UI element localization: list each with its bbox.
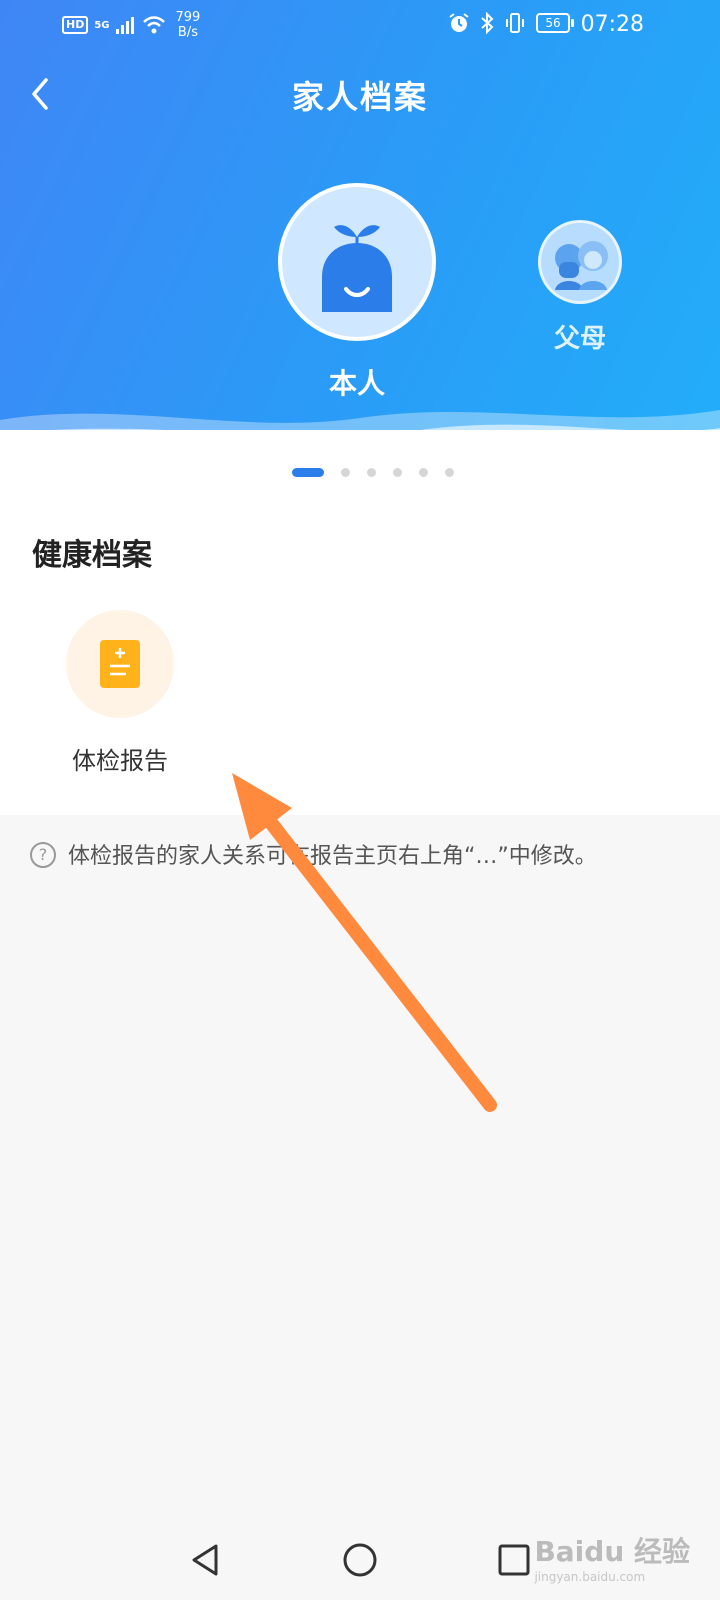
- speed-unit: B/s: [177, 25, 198, 40]
- pager-dot: [445, 468, 454, 477]
- exam-report-label: 体检报告: [72, 747, 168, 775]
- member-self-label: 本人: [328, 367, 385, 400]
- member-pager-dots: [292, 468, 454, 477]
- signal-icon: [115, 17, 134, 34]
- sprout-character-icon: [322, 225, 392, 312]
- speed-value: 799: [175, 10, 201, 25]
- help-icon: ?: [30, 842, 56, 868]
- health-section-title: 健康档案: [32, 538, 152, 573]
- member-self-avatar[interactable]: [278, 183, 436, 341]
- watermark-url: jingyan.baidu.com: [534, 1570, 646, 1584]
- report-document-icon: [100, 640, 140, 688]
- baidu-watermark: Baidu 经验 jingyan.baidu.com: [534, 1530, 690, 1584]
- watermark-brand: Baidu 经验: [534, 1535, 690, 1568]
- network-type: 5G: [94, 19, 110, 31]
- page-title: 家人档案: [291, 78, 428, 116]
- network-speed: 799 B/s: [176, 10, 201, 40]
- nav-recents-icon[interactable]: [494, 1540, 534, 1580]
- pager-dot: [419, 468, 428, 477]
- hint-text: 体检报告的家人关系可在报告主页右上角“…”中修改。: [68, 844, 597, 869]
- wifi-icon: [142, 16, 165, 34]
- bluetooth-icon: [481, 12, 494, 34]
- hd-indicator: HD: [62, 16, 89, 34]
- pager-dot: [367, 468, 376, 477]
- pager-dot-active: [292, 468, 324, 477]
- status-bar: HD 5G 799 B/s 56 07:28: [0, 0, 720, 50]
- status-time: 07:28: [580, 12, 644, 37]
- pager-dot: [393, 468, 402, 477]
- alarm-icon: [449, 13, 469, 32]
- vibrate-icon: [506, 13, 524, 33]
- status-right: 56: [448, 12, 574, 34]
- status-left: HD 5G 799 B/s: [62, 10, 200, 40]
- pager-dot: [341, 468, 350, 477]
- member-parents-label: 父母: [553, 324, 606, 354]
- exam-report-button[interactable]: [66, 610, 174, 718]
- member-parents-avatar[interactable]: [538, 220, 622, 304]
- nav-back-icon[interactable]: [186, 1540, 226, 1580]
- parents-icon: [555, 241, 608, 290]
- hint-row: ? 体检报告的家人关系可在报告主页右上角“…”中修改。: [30, 840, 670, 874]
- battery-icon: 56: [536, 13, 574, 33]
- nav-home-icon[interactable]: [340, 1540, 380, 1580]
- header-banner: HD 5G 799 B/s 56 07:28 家人档案 本人 父母: [0, 0, 720, 470]
